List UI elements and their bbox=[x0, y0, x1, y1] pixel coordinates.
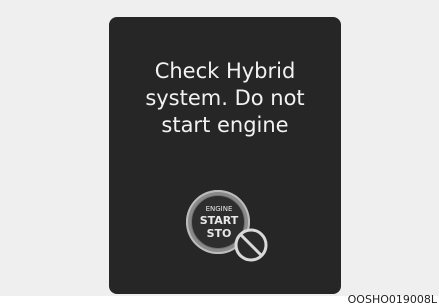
message-line-2: system. Do not bbox=[145, 86, 305, 110]
start-label: START bbox=[199, 214, 239, 227]
message-line-3: start engine bbox=[161, 113, 289, 137]
warning-message: Check Hybrid system. Do not start engine bbox=[109, 58, 341, 139]
figure-code: OOSHO019008L bbox=[347, 293, 437, 306]
no-symbol-icon bbox=[234, 228, 268, 262]
message-line-1: Check Hybrid bbox=[154, 59, 296, 83]
engine-label: ENGINE bbox=[205, 205, 233, 213]
cluster-display: Check Hybrid system. Do not start engine… bbox=[109, 17, 341, 294]
illustration-frame: Check Hybrid system. Do not start engine… bbox=[0, 0, 439, 296]
